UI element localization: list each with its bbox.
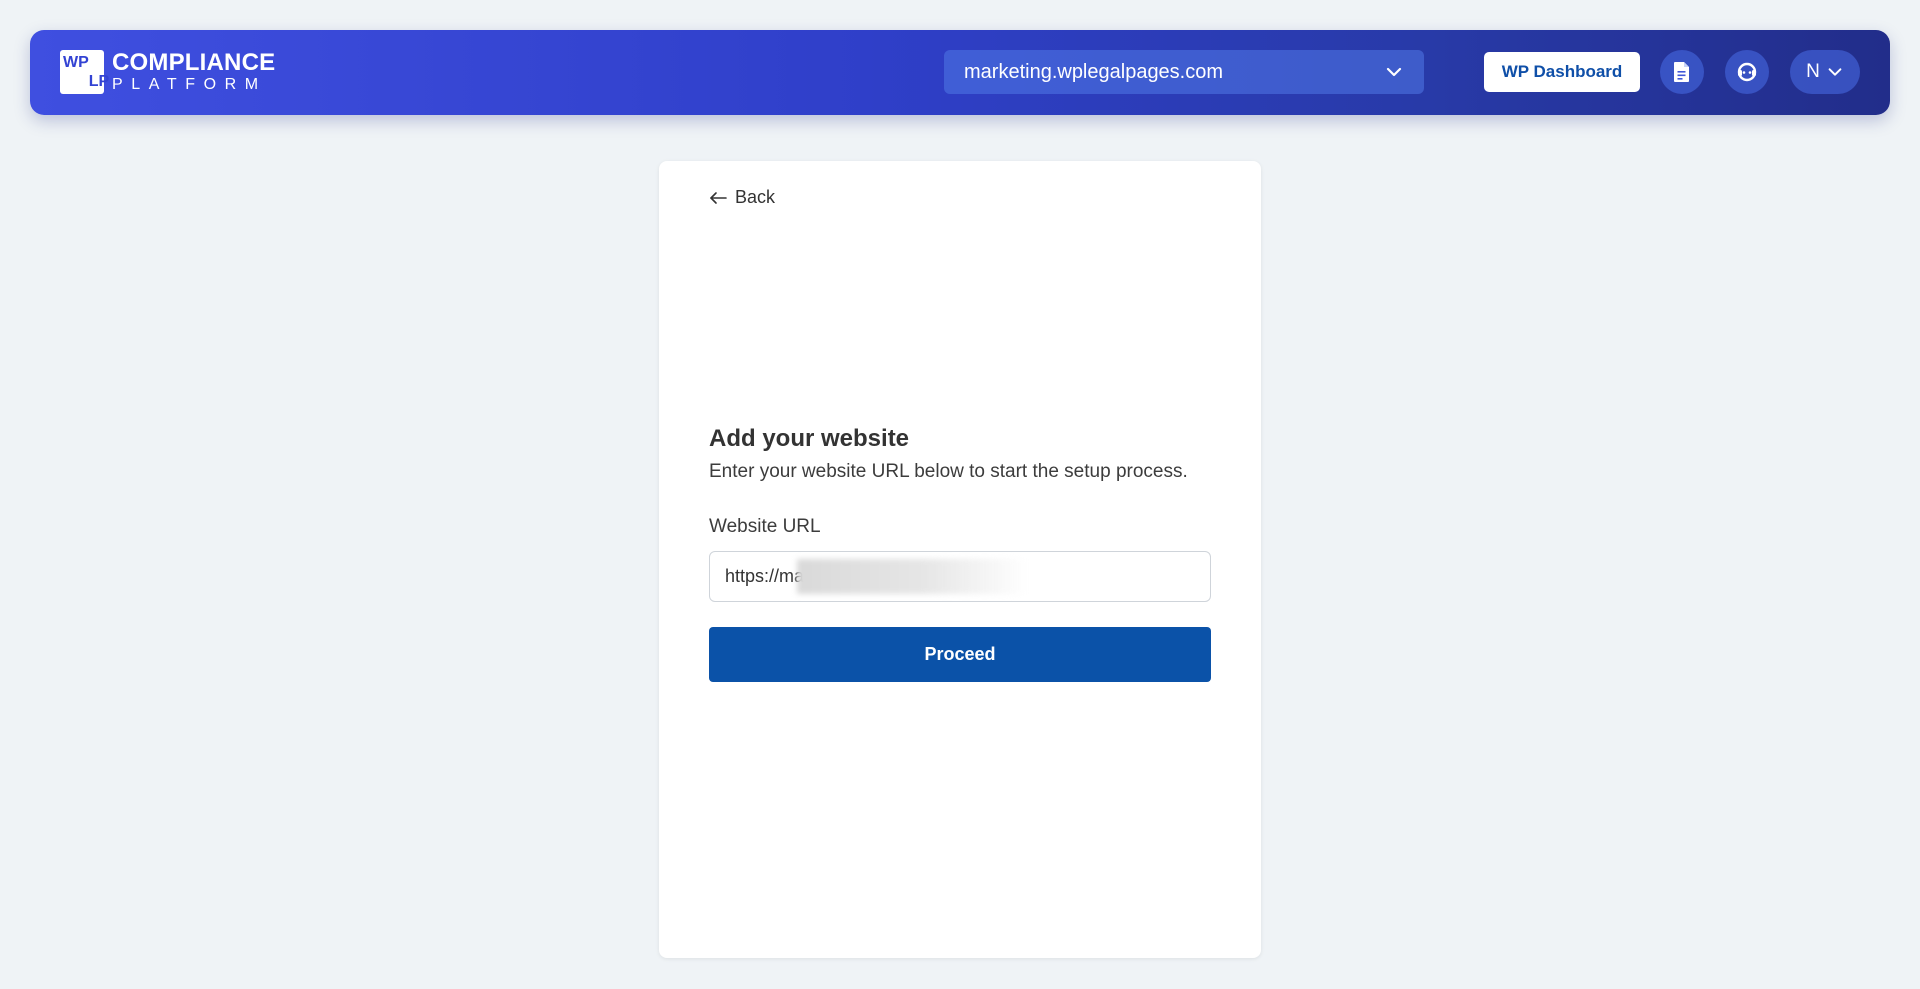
user-initial: N bbox=[1806, 61, 1820, 82]
logo-mark-top: WP bbox=[63, 53, 89, 71]
logo-mark-bottom: LP bbox=[88, 72, 110, 90]
website-url-input[interactable] bbox=[709, 551, 1211, 602]
logo-text: COMPLIANCE PLATFORM bbox=[112, 51, 275, 93]
site-selector[interactable]: marketing.wplegalpages.com bbox=[944, 50, 1424, 94]
website-url-label: Website URL bbox=[709, 516, 821, 537]
arrow-left-icon bbox=[710, 191, 727, 204]
add-website-card: Back Add your website Enter your website… bbox=[659, 161, 1261, 958]
documents-button[interactable] bbox=[1660, 50, 1704, 94]
logo[interactable]: WP LP COMPLIANCE PLATFORM bbox=[60, 50, 275, 94]
top-header: WP LP COMPLIANCE PLATFORM marketing.wple… bbox=[30, 30, 1890, 115]
page-title: Add your website bbox=[709, 425, 910, 452]
logo-line1: COMPLIANCE bbox=[112, 49, 276, 76]
back-link[interactable]: Back bbox=[709, 187, 775, 208]
chevron-down-icon bbox=[1828, 68, 1842, 76]
user-menu[interactable]: N bbox=[1790, 50, 1860, 94]
document-icon bbox=[1674, 62, 1689, 82]
logo-line2: PLATFORM bbox=[112, 76, 267, 93]
chevron-down-icon bbox=[1386, 67, 1402, 77]
back-label: Back bbox=[735, 187, 776, 207]
page-subtitle: Enter your website URL below to start th… bbox=[709, 461, 1188, 482]
logo-mark: WP LP bbox=[60, 50, 109, 94]
support-icon bbox=[1737, 62, 1757, 82]
support-button[interactable] bbox=[1725, 50, 1769, 94]
site-selector-value: marketing.wplegalpages.com bbox=[964, 60, 1224, 83]
wp-dashboard-button[interactable]: WP Dashboard bbox=[1484, 52, 1640, 92]
proceed-button[interactable]: Proceed bbox=[709, 627, 1211, 682]
